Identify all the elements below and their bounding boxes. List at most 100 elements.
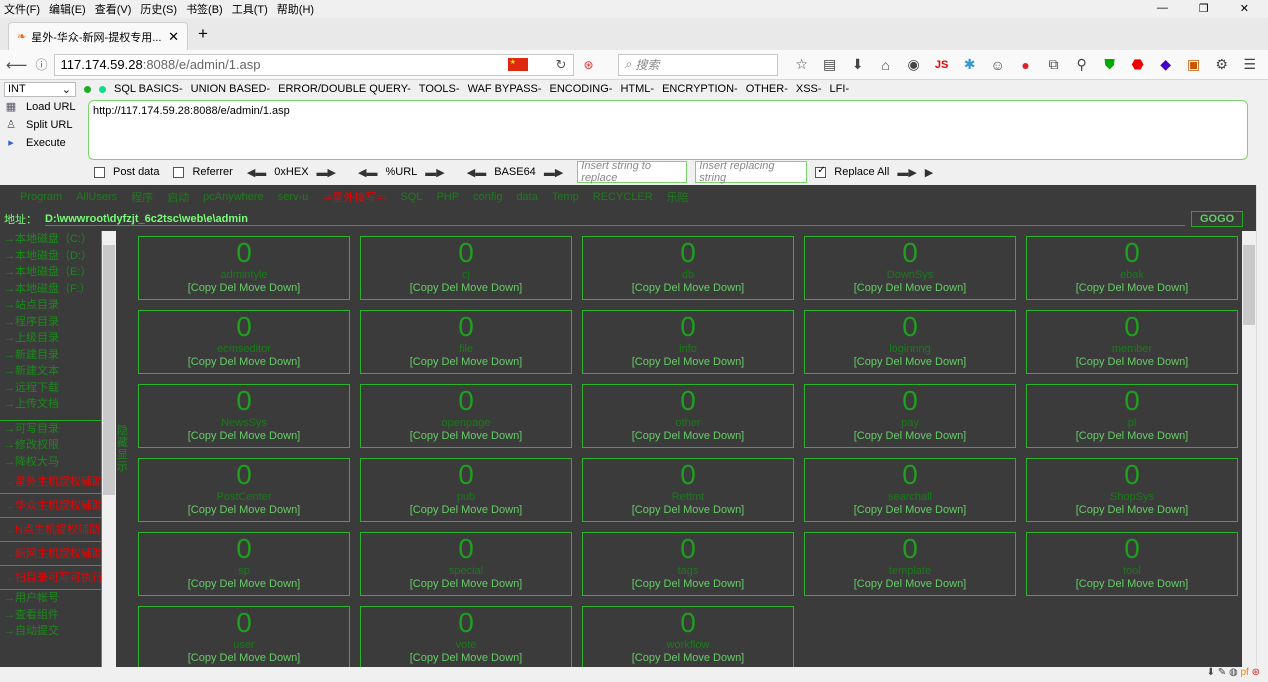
reading-list-icon[interactable]: ▤ bbox=[822, 56, 838, 73]
folder-card[interactable]: 0 ebak [Copy Del Move Down] bbox=[1026, 236, 1238, 300]
folder-card[interactable]: 0 pl [Copy Del Move Down] bbox=[1026, 384, 1238, 448]
folder-actions[interactable]: [Copy Del Move Down] bbox=[361, 651, 571, 665]
split-url-button[interactable]: ♙ Split URL bbox=[4, 118, 88, 132]
quick-link[interactable]: pcAnywhere bbox=[203, 191, 264, 203]
shield-icon[interactable]: ⛊ bbox=[1102, 56, 1118, 73]
folder-name[interactable]: member bbox=[1027, 343, 1237, 355]
folder-name[interactable]: pl bbox=[1027, 417, 1237, 429]
folder-actions[interactable]: [Copy Del Move Down] bbox=[805, 355, 1015, 369]
folder-card[interactable]: 0 tool [Copy Del Move Down] bbox=[1026, 532, 1238, 596]
folder-actions[interactable]: [Copy Del Move Down] bbox=[805, 429, 1015, 443]
folder-name[interactable]: PostCenter bbox=[139, 491, 349, 503]
red-addon-icon[interactable]: ● bbox=[1018, 57, 1034, 73]
folder-actions[interactable]: [Copy Del Move Down] bbox=[583, 503, 793, 517]
execute-button[interactable]: ▸ Execute bbox=[4, 136, 88, 150]
insert-string-input[interactable]: Insert string to replace bbox=[577, 160, 688, 184]
menu-item[interactable]: 工具(T) bbox=[232, 1, 268, 17]
folder-actions[interactable]: [Copy Del Move Down] bbox=[361, 355, 571, 369]
folder-actions[interactable]: [Copy Del Move Down] bbox=[139, 577, 349, 591]
sidebar-item[interactable]: →本地磁盘（D:） bbox=[0, 248, 101, 265]
folder-actions[interactable]: [Copy Del Move Down] bbox=[583, 429, 793, 443]
folder-card[interactable]: 0 db [Copy Del Move Down] bbox=[582, 236, 794, 300]
hex-left-arrow-icon[interactable]: ◀▬ bbox=[247, 166, 266, 179]
menu-item[interactable]: 文件(F) bbox=[4, 1, 40, 17]
quick-link[interactable]: Temp bbox=[552, 191, 579, 203]
sidebar-item[interactable]: →新建目录 bbox=[0, 347, 101, 364]
folder-name[interactable]: ecmseditor bbox=[139, 343, 349, 355]
sidebar-item[interactable]: →上传文档 bbox=[0, 396, 101, 413]
quick-link[interactable]: -=星外接写=- bbox=[322, 189, 386, 205]
quick-link[interactable]: SQL bbox=[400, 191, 422, 203]
folder-card[interactable]: 0 special [Copy Del Move Down] bbox=[360, 532, 572, 596]
folder-name[interactable]: ShopSys bbox=[1027, 491, 1237, 503]
folder-card[interactable]: 0 template [Copy Del Move Down] bbox=[804, 532, 1016, 596]
folder-card[interactable]: 0 admintyle [Copy Del Move Down] bbox=[138, 236, 350, 300]
quick-link[interactable]: serv-u bbox=[278, 191, 309, 203]
quick-link[interactable]: Program bbox=[20, 191, 62, 203]
info-icon[interactable]: ⓘ bbox=[36, 56, 48, 73]
folder-actions[interactable]: [Copy Del Move Down] bbox=[1027, 355, 1237, 369]
hackbar-menu-item[interactable]: XSS- bbox=[796, 83, 822, 95]
hackbar-toggle-icon[interactable]: ▣ bbox=[1186, 56, 1202, 73]
hackbar-menu-item[interactable]: TOOLS- bbox=[419, 83, 460, 95]
quick-link[interactable]: config bbox=[473, 191, 502, 203]
sidebar-item[interactable]: →扫目录可写可执行版 bbox=[0, 566, 101, 590]
folder-card[interactable]: 0 cj [Copy Del Move Down] bbox=[360, 236, 572, 300]
folder-name[interactable]: user bbox=[139, 639, 349, 651]
folder-actions[interactable]: [Copy Del Move Down] bbox=[361, 503, 571, 517]
quick-link[interactable]: AllUsers bbox=[76, 191, 117, 203]
folder-actions[interactable]: [Copy Del Move Down] bbox=[583, 281, 793, 295]
folder-name[interactable]: special bbox=[361, 565, 571, 577]
sidebar-item[interactable]: →自动提交 bbox=[0, 623, 101, 640]
url-left-arrow-icon[interactable]: ◀▬ bbox=[358, 166, 377, 179]
reload-icon[interactable]: ↻ bbox=[556, 57, 567, 73]
encoding-select[interactable]: INT ⌄ bbox=[4, 81, 76, 97]
menu-item[interactable]: 编辑(E) bbox=[49, 1, 86, 17]
folder-actions[interactable]: [Copy Del Move Down] bbox=[1027, 281, 1237, 295]
folder-name[interactable]: admintyle bbox=[139, 269, 349, 281]
folder-card[interactable]: 0 vote [Copy Del Move Down] bbox=[360, 606, 572, 667]
folder-actions[interactable]: [Copy Del Move Down] bbox=[139, 355, 349, 369]
folder-actions[interactable]: [Copy Del Move Down] bbox=[361, 281, 571, 295]
replace-arrow2-icon[interactable]: ▶ bbox=[925, 166, 933, 179]
folder-name[interactable]: tags bbox=[583, 565, 793, 577]
folder-card[interactable]: 0 Rettmt [Copy Del Move Down] bbox=[582, 458, 794, 522]
hackbar-menu-item[interactable]: WAF BYPASS- bbox=[468, 83, 542, 95]
replace-arrow-icon[interactable]: ▬▶ bbox=[897, 166, 916, 179]
folder-name[interactable]: info bbox=[583, 343, 793, 355]
sidebar-item[interactable]: →本地磁盘（E:） bbox=[0, 264, 101, 281]
sidebar-item[interactable]: →修改权限 bbox=[0, 437, 101, 454]
folder-actions[interactable]: [Copy Del Move Down] bbox=[1027, 429, 1237, 443]
folder-card[interactable]: 0 NewsSys [Copy Del Move Down] bbox=[138, 384, 350, 448]
folder-card[interactable]: 0 searchall [Copy Del Move Down] bbox=[804, 458, 1016, 522]
bookmark-star-icon[interactable]: ☆ bbox=[794, 56, 810, 73]
close-window-icon[interactable]: ✕ bbox=[1240, 2, 1249, 15]
extension-icon[interactable]: ✱ bbox=[962, 56, 978, 73]
address-input[interactable]: D:\wwwroot\dyfzjt_6c2tsc\web\e\admin bbox=[45, 213, 1185, 226]
folder-name[interactable]: other bbox=[583, 417, 793, 429]
folder-actions[interactable]: [Copy Del Move Down] bbox=[583, 651, 793, 665]
adblock-icon[interactable]: ⬣ bbox=[1130, 56, 1146, 73]
sidebar-item[interactable]: →N点主机提权辅助 bbox=[0, 518, 101, 542]
folder-card[interactable]: 0 loginnng [Copy Del Move Down] bbox=[804, 310, 1016, 374]
folder-name[interactable]: NewsSys bbox=[139, 417, 349, 429]
folder-actions[interactable]: [Copy Del Move Down] bbox=[805, 577, 1015, 591]
sidebar-item[interactable]: →用户帐号 bbox=[0, 590, 101, 607]
folder-actions[interactable]: [Copy Del Move Down] bbox=[361, 577, 571, 591]
back-icon[interactable]: ⟵ bbox=[6, 56, 28, 74]
download-icon[interactable]: ⬇ bbox=[850, 56, 866, 73]
hackbar-menu-item[interactable]: SQL BASICS- bbox=[114, 83, 183, 95]
sidebar-item[interactable]: →查看组件 bbox=[0, 607, 101, 624]
base64-left-arrow-icon[interactable]: ◀▬ bbox=[467, 166, 486, 179]
quick-link[interactable]: 乐陪 bbox=[667, 189, 689, 205]
menu-item[interactable]: 书签(B) bbox=[186, 1, 223, 17]
folder-card[interactable]: 0 openpage [Copy Del Move Down] bbox=[360, 384, 572, 448]
folder-name[interactable]: DownSys bbox=[805, 269, 1015, 281]
folder-name[interactable]: pub bbox=[361, 491, 571, 503]
quick-link[interactable]: 程序 bbox=[131, 189, 153, 205]
palette-icon[interactable]: ☺ bbox=[990, 57, 1006, 73]
folder-name[interactable]: template bbox=[805, 565, 1015, 577]
folder-card[interactable]: 0 ecmseditor [Copy Del Move Down] bbox=[138, 310, 350, 374]
hackbar-menu-item[interactable]: HTML- bbox=[620, 83, 654, 95]
toggle-sidebar-link[interactable]: 隐藏显示 bbox=[117, 425, 129, 473]
